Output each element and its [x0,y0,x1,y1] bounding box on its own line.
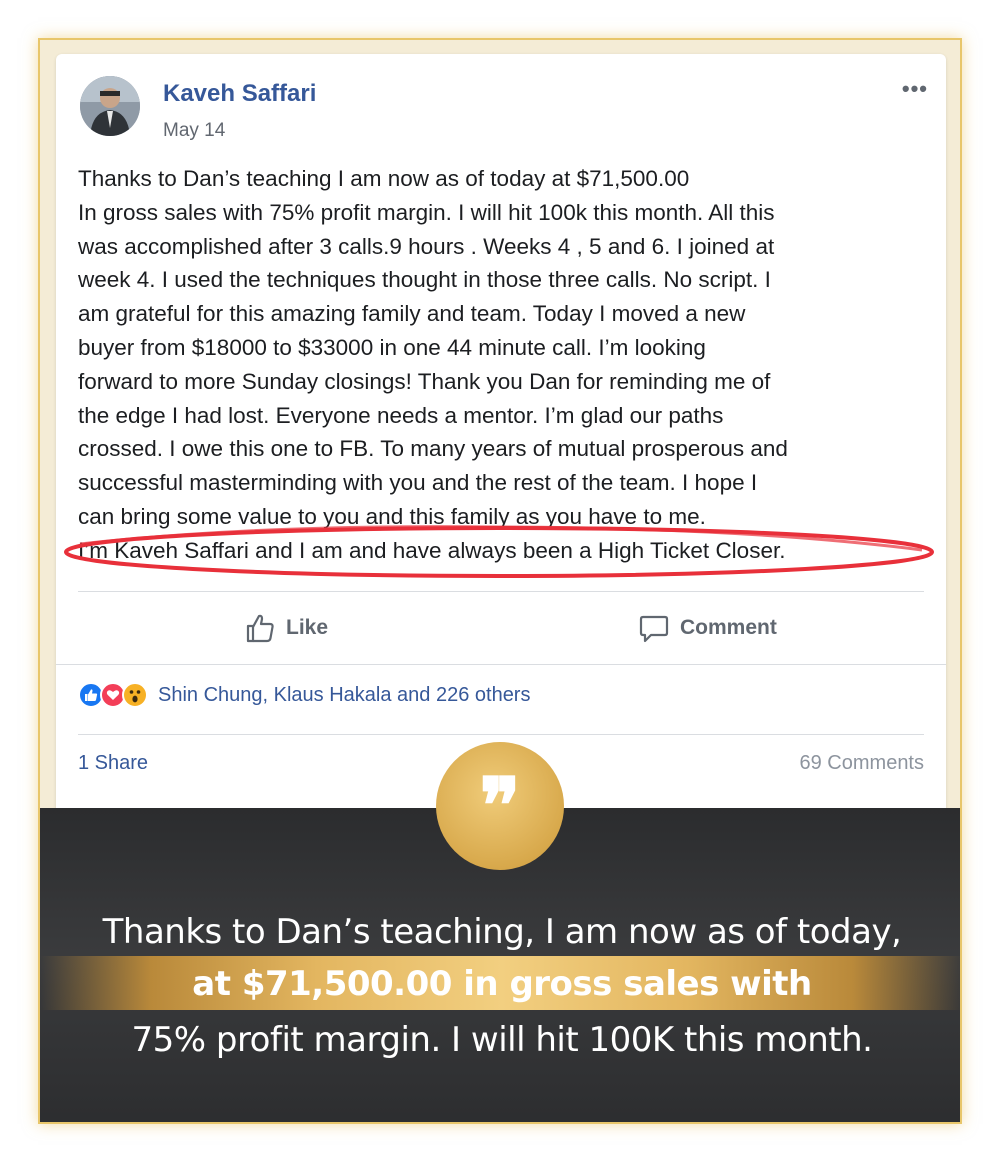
post-line: crossed. I owe this one to FB. To many y… [78,436,788,462]
divider [56,664,946,665]
quote-line-3: 75% profit margin. I will hit 100K this … [131,1020,873,1060]
author-name[interactable]: Kaveh Saffari [163,80,316,108]
quote-mark-icon: ❞ [436,742,564,870]
post-line: can bring some value to you and this fam… [78,503,706,529]
post-line: buyer from $18000 to $33000 in one 44 mi… [78,334,706,360]
post-line: the edge I had lost. Everyone needs a me… [78,402,724,428]
post-line: forward to more Sunday closings! Thank y… [78,368,771,394]
post-line: Thanks to Dan’s teaching I am now as of … [78,166,690,191]
quote-line-1: Thanks to Dan’s teaching, I am now as of… [102,912,902,952]
more-options-icon[interactable]: ••• [902,78,928,100]
post-line-highlighted: I’m Kaveh Saffari and I am and have alwa… [78,537,786,563]
post-date[interactable]: May 14 [163,120,225,142]
post-body: Thanks to Dan’s teaching I am now as of … [78,162,928,568]
reaction-names[interactable]: Shin Chung, Klaus Hakala and 226 others [158,684,530,707]
like-label: Like [286,616,329,639]
comment-button[interactable]: Comment [638,612,777,644]
post-line: am grateful for this amazing family and … [78,301,746,327]
post-line: was accomplished after 3 calls.9 hours .… [78,233,775,259]
thumbs-up-icon [244,612,276,644]
post-line: successful masterminding with you and th… [78,470,758,496]
comment-label: Comment [680,616,777,639]
post-line: In gross sales with 75% profit margin. I… [78,199,775,225]
divider [78,734,924,735]
share-count[interactable]: 1 Share [78,752,148,775]
post-actions: Like Comment [78,594,924,664]
quote-line-2: at $71,500.00 in gross sales with [192,964,812,1004]
facebook-post-card: Kaveh Saffari May 14 ••• Thanks to Dan’s… [56,54,946,854]
comment-count[interactable]: 69 Comments [800,752,925,775]
wow-reaction-icon [122,682,148,708]
like-button[interactable]: Like [244,612,328,644]
speech-bubble-icon [638,612,670,644]
author-avatar[interactable] [80,76,140,136]
promo-frame: Kaveh Saffari May 14 ••• Thanks to Dan’s… [38,38,962,1124]
post-line: week 4. I used the techniques thought in… [78,267,771,293]
divider [78,591,924,592]
reactions-summary[interactable]: Shin Chung, Klaus Hakala and 226 others [78,682,530,708]
